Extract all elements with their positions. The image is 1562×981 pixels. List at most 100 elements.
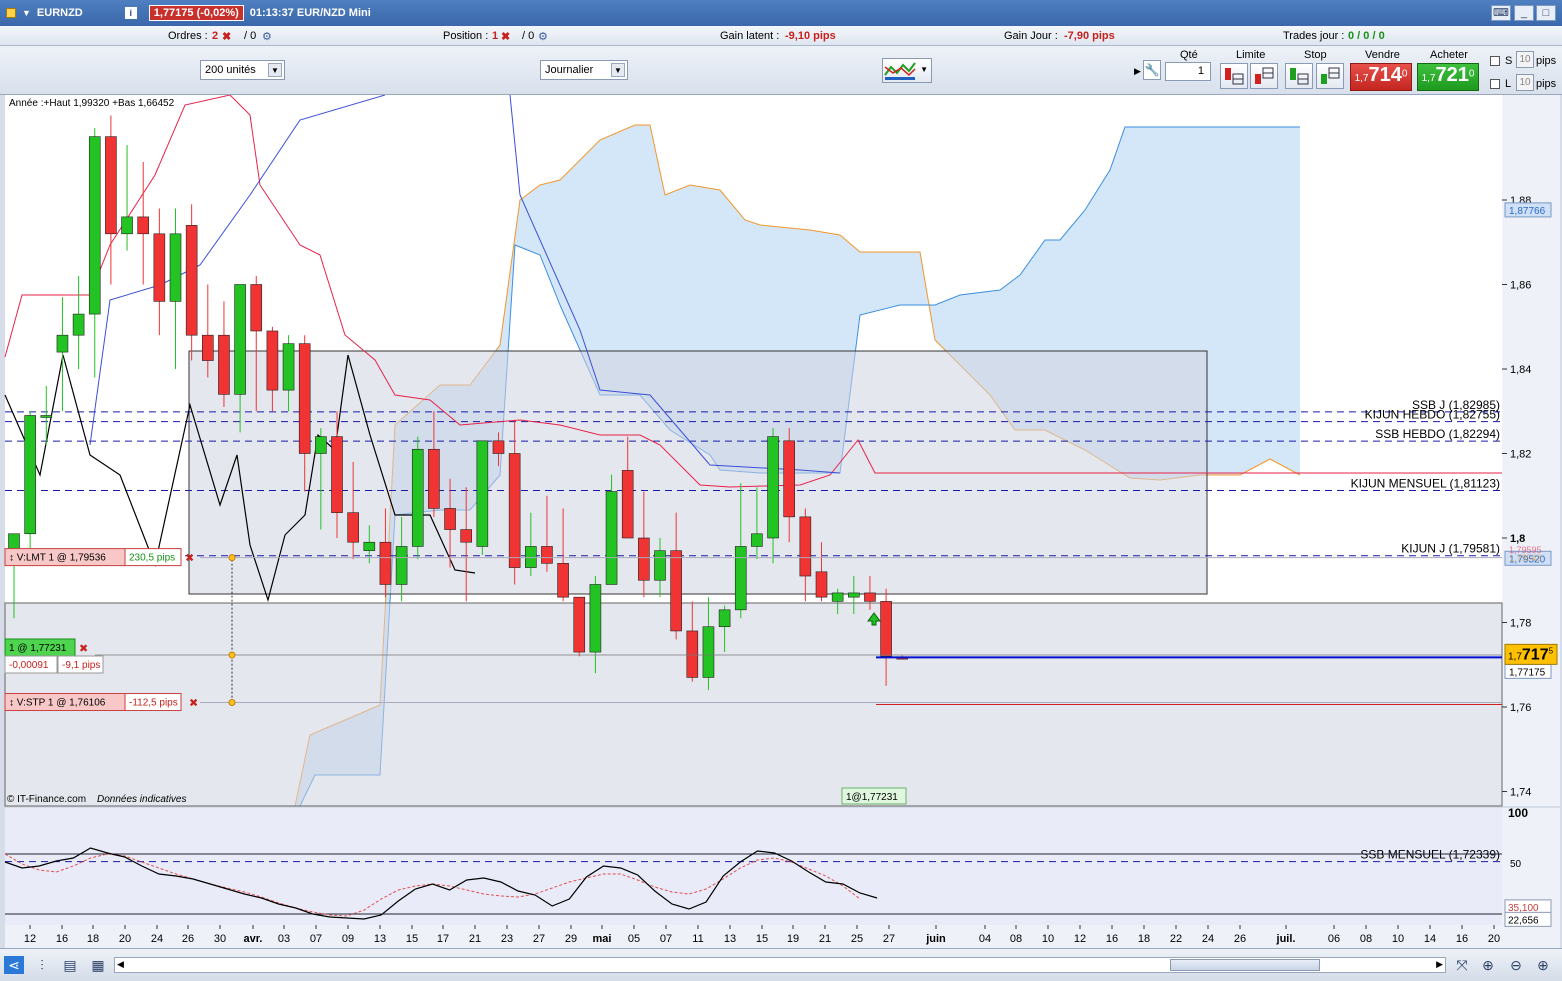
orders-label: Ordres : <box>168 30 208 42</box>
table-icon[interactable]: ▤ <box>60 956 80 974</box>
x-tick-label: 14 <box>1424 933 1436 945</box>
cancel-orders-icon[interactable]: ✖ <box>222 30 231 43</box>
account-infobar: Ordres : 2 ✖ / 0 ⚙ Position : 1 ✖ / 0 ⚙ … <box>0 26 1562 46</box>
info-icon[interactable]: i <box>124 7 137 19</box>
sell-price-prefix: 1,7 <box>1354 73 1369 84</box>
candle-body <box>815 571 828 598</box>
candle-body <box>411 448 424 547</box>
share-icon[interactable]: ⋖ <box>4 956 24 974</box>
close-position-icon[interactable]: ✖ <box>501 30 510 43</box>
period-select[interactable]: Journalier ▼ <box>540 60 628 80</box>
close-position-icon: ✖ <box>79 643 88 655</box>
candle-body <box>56 334 69 353</box>
cancel-lmt-icon: ✖ <box>185 553 194 565</box>
indicator-list-icon[interactable]: ⫶ <box>32 956 52 974</box>
y-tick-label: 1,84 <box>1510 364 1531 376</box>
stop-sell-button[interactable] <box>1316 63 1344 89</box>
candle-body <box>864 592 876 602</box>
sell-button[interactable]: 1,77140 <box>1350 63 1412 91</box>
expand-arrow-icon[interactable]: ▶ <box>1134 66 1141 77</box>
drawing-tools-icon[interactable]: ▦ <box>88 956 108 974</box>
position-settings-icon[interactable]: ⚙ <box>538 30 548 43</box>
sell-price-sup: 0 <box>1401 68 1408 80</box>
x-tick-label: 30 <box>214 933 226 945</box>
candle-body <box>24 415 36 535</box>
zoom-in-icon[interactable]: ⊕ <box>1533 956 1553 974</box>
scroll-right-icon[interactable]: ▶ <box>1436 959 1443 970</box>
candle-body <box>331 436 343 513</box>
y-tick-label: 1,76 <box>1510 702 1531 714</box>
wrench-icon: 🔧 <box>1144 63 1160 77</box>
year-info: Année :+Haut 1,99320 +Bas 1,66452 <box>9 98 175 109</box>
x-tick-label: 10 <box>1042 933 1054 945</box>
zoom-out-icon[interactable]: ⊖ <box>1506 956 1526 974</box>
buy-price-sup: 0 <box>1468 68 1475 80</box>
candle-body <box>121 216 133 235</box>
indicators-button[interactable]: ▼ <box>882 58 932 83</box>
wrench-button[interactable]: 🔧 <box>1143 60 1161 80</box>
candle-body <box>266 330 279 391</box>
keyboard-icon[interactable]: ⌨ <box>1491 5 1511 21</box>
l-checkbox[interactable] <box>1490 79 1500 89</box>
vendre-label: Vendre <box>1365 49 1400 61</box>
candle-body <box>831 592 844 602</box>
x-tick-label: 07 <box>660 933 672 945</box>
dropdown-arrow-icon[interactable]: ▼ <box>22 8 31 18</box>
candle-body <box>492 440 505 454</box>
horizontal-scrollbar[interactable]: ◀ ▶ <box>114 957 1446 973</box>
candle-body <box>218 334 230 395</box>
price-chart[interactable]: SSB J (1,82985)KIJUN HEBDO (1,82755)SSB … <box>0 95 1562 948</box>
osc-tick-label: 100 <box>1508 806 1528 820</box>
stop-sell-icon <box>1321 67 1340 84</box>
buy-button[interactable]: 1,77210 <box>1417 63 1479 91</box>
position-pnl-label: -0,00091 <box>9 660 49 671</box>
minimize-icon[interactable]: _ <box>1514 5 1534 21</box>
zoom-reset-icon[interactable]: ⤧ <box>1452 956 1472 974</box>
l-pips-input[interactable]: 10 <box>1516 74 1534 91</box>
y-tick-label: 1,78 <box>1510 618 1531 630</box>
candle-body <box>40 415 53 418</box>
s-checkbox[interactable] <box>1490 56 1500 66</box>
candle-body <box>153 233 166 302</box>
x-tick-label: 25 <box>851 933 863 945</box>
x-tick-label: 08 <box>1360 933 1372 945</box>
order-handle <box>228 651 236 659</box>
candle-body <box>72 313 85 336</box>
qte-input[interactable]: 1 <box>1165 62 1211 81</box>
candle-body <box>557 563 569 598</box>
y-tag: 1,77175 <box>1509 667 1546 678</box>
position-tag: 1@1,77231 <box>846 792 898 803</box>
s-pips-input[interactable]: 10 <box>1516 51 1534 68</box>
candle-body <box>605 491 618 585</box>
zoom-area-icon[interactable]: ⊕ <box>1478 956 1498 974</box>
x-tick-label: 29 <box>565 933 577 945</box>
scroll-left-icon[interactable]: ◀ <box>117 959 124 970</box>
qte-input-value: 1 <box>1197 65 1204 77</box>
candle-body <box>541 546 553 564</box>
limit-buy-icon <box>1225 68 1244 85</box>
candle-body <box>767 436 779 539</box>
units-select[interactable]: 200 unités ▼ <box>200 60 285 80</box>
candle-body <box>573 596 586 653</box>
orders-settings-icon[interactable]: ⚙ <box>262 30 272 43</box>
symbol-label[interactable]: EURNZD <box>37 7 83 19</box>
x-tick-label: 04 <box>979 933 991 945</box>
stop-buy-button[interactable] <box>1285 63 1313 89</box>
x-tick-label: 24 <box>1202 933 1214 945</box>
orders-sep: / 0 <box>244 30 257 42</box>
x-tick-label: 19 <box>787 933 799 945</box>
scroll-thumb[interactable] <box>1170 959 1320 971</box>
candle-body <box>379 541 392 585</box>
limit-sell-button[interactable] <box>1250 63 1278 89</box>
maximize-icon[interactable]: □ <box>1536 5 1556 21</box>
candle-body <box>298 343 311 454</box>
candle-body <box>880 601 892 657</box>
x-tick-label: juil. <box>1276 933 1296 945</box>
buy-price-big: 721 <box>1435 64 1469 86</box>
chevron-down-icon: ▼ <box>611 63 625 77</box>
l-pips-label: pips <box>1536 78 1557 90</box>
chevron-down-icon: ▼ <box>920 65 928 74</box>
buy-price-prefix: 1,7 <box>1421 73 1436 84</box>
limit-buy-button[interactable] <box>1220 63 1248 89</box>
price-badge: 1,77175 (-0,02%) <box>148 5 244 21</box>
